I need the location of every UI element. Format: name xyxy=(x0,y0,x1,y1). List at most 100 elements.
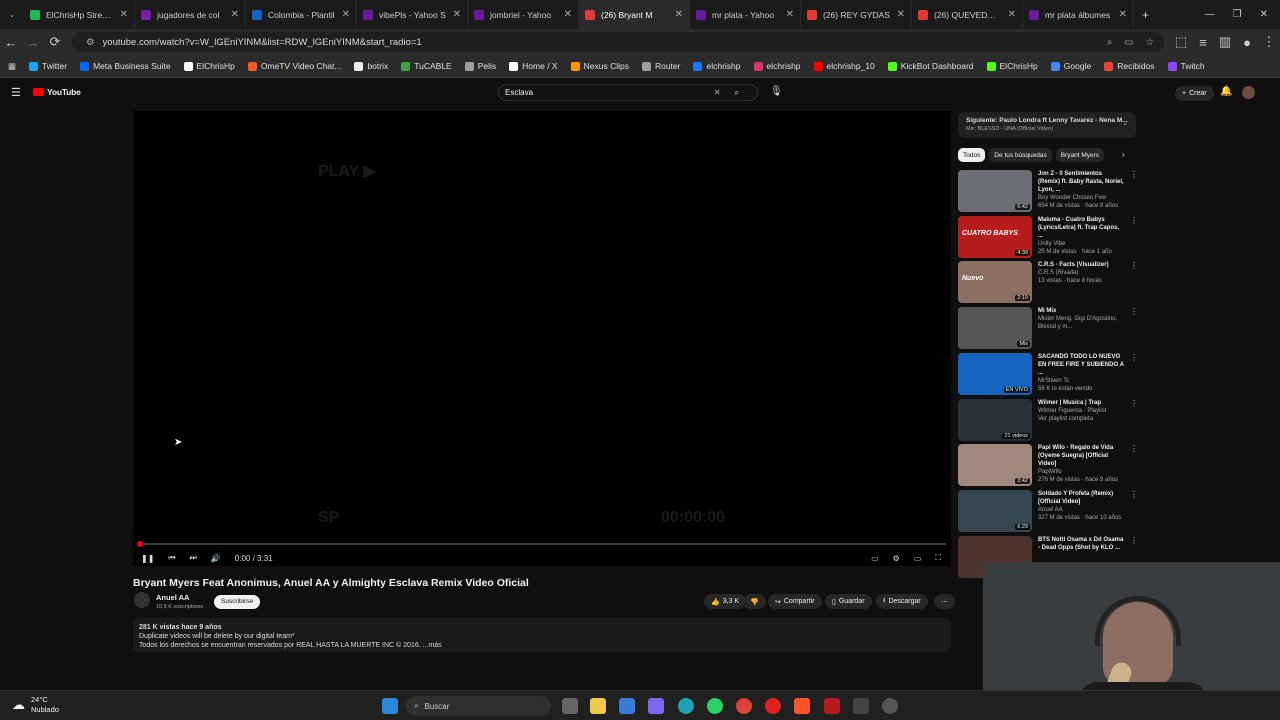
whatsapp-icon[interactable] xyxy=(707,698,723,714)
teams-icon[interactable] xyxy=(648,698,664,714)
recommendation-item[interactable]: Mix Mi Mix Mister Meng, Gigi D'Agostino,… xyxy=(958,307,1138,350)
next-icon[interactable]: ⏭ xyxy=(190,553,197,563)
bookmark-item[interactable]: OmeTV Video Chat... xyxy=(247,61,341,71)
settings-app-icon[interactable] xyxy=(882,698,898,714)
tab-close-icon[interactable]: ✕ xyxy=(786,9,794,20)
progress-scrubber[interactable] xyxy=(137,541,143,547)
tab-close-icon[interactable]: ✕ xyxy=(231,9,239,20)
download-button[interactable]: ⭳ Descargar xyxy=(876,594,928,609)
file-explorer-icon[interactable] xyxy=(590,698,606,714)
bookmark-item[interactable]: Twitter xyxy=(29,61,67,71)
back-icon[interactable]: ← xyxy=(0,35,22,50)
new-tab-icon[interactable]: + xyxy=(1134,8,1157,22)
browser-tab[interactable]: vibePls - Yahoo S ✕ xyxy=(357,0,468,29)
tab-close-icon[interactable]: ✕ xyxy=(564,9,572,20)
recommendation-item[interactable]: EN VIVO SACANDO TODO LO NUEVO EN FREE FI… xyxy=(958,352,1138,396)
browser-tab[interactable]: mr plata álbumes ✕ xyxy=(1023,0,1134,29)
bookmark-item[interactable]: Nexus Clips xyxy=(570,61,629,71)
bookmark-item[interactable]: Pelis xyxy=(464,61,496,71)
theater-icon[interactable]: ▭ xyxy=(914,554,922,563)
bookmark-item[interactable]: elchrishp xyxy=(693,61,741,71)
video-thumbnail[interactable]: CUATRO BABYS 4:39 xyxy=(958,215,1032,258)
fullscreen-icon[interactable]: ⛶ xyxy=(935,553,941,563)
bookmark-item[interactable]: botrix xyxy=(354,61,388,71)
notifications-icon[interactable]: 🔔 xyxy=(1220,86,1232,97)
miniplayer-icon[interactable]: ▭ xyxy=(871,554,879,563)
bookmark-item[interactable]: Home / X xyxy=(509,61,558,71)
recommendation-item[interactable]: 6:29 Soldado Y Profeta (Remix) [Official… xyxy=(958,489,1138,533)
bookmark-item[interactable]: Router xyxy=(641,61,680,71)
share-button[interactable]: ↪ Compartir xyxy=(768,594,822,609)
like-button[interactable]: 👍 3,3 K xyxy=(704,594,747,609)
recommendation-item[interactable]: 3:42 Papi Wilo - Regalo de Vida (Oyeme S… xyxy=(958,444,1138,487)
cast-icon[interactable]: ▭ xyxy=(1124,37,1133,48)
microphone-icon[interactable]: 🎙 xyxy=(770,86,783,97)
tab-close-icon[interactable]: ✕ xyxy=(120,9,128,20)
bookmark-item[interactable]: TuCABLE xyxy=(401,61,452,71)
more-options-icon[interactable]: ⋮ xyxy=(1130,353,1138,396)
browser-tab[interactable]: (26) QUEVEDO B ✕ xyxy=(912,0,1023,29)
filter-chip[interactable]: De tus búsquedas xyxy=(989,148,1052,162)
weather-widget[interactable]: ☁ 24°C Nublado xyxy=(12,695,59,715)
more-options-icon[interactable]: ⋮ xyxy=(1130,261,1138,304)
extensions-icon[interactable]: ⬚ xyxy=(1170,34,1192,50)
create-button[interactable]: + Crear xyxy=(1175,86,1214,101)
bookmark-item[interactable]: elchrishp_10 xyxy=(813,61,875,71)
more-options-icon[interactable]: ⋮ xyxy=(1130,490,1138,533)
tab-close-icon[interactable]: ✕ xyxy=(342,9,350,20)
maximize-icon[interactable]: ❐ xyxy=(1233,9,1242,20)
save-button[interactable]: ▯ Guardar xyxy=(825,594,872,609)
bookmark-item[interactable]: Meta Business Suite xyxy=(80,61,171,71)
chips-next-icon[interactable]: › xyxy=(1122,150,1125,159)
bookmark-item[interactable]: Recibidos xyxy=(1104,61,1155,71)
site-info-icon[interactable]: ⚙ xyxy=(86,37,95,48)
browser-tab[interactable]: ElChrisHp Stream ✕ xyxy=(24,0,135,29)
chrome-icon[interactable] xyxy=(736,698,752,714)
minimize-icon[interactable]: — xyxy=(1205,9,1215,20)
task-view-icon[interactable] xyxy=(562,698,578,714)
bookmark-item[interactable]: KickBot Dashboard xyxy=(887,61,974,71)
address-bar[interactable]: ⚙ youtube.com/watch?v=W_lGEniYINM&list=R… xyxy=(72,32,1164,52)
video-thumbnail[interactable]: 6:29 xyxy=(958,489,1032,532)
youtube-logo[interactable]: YouTube xyxy=(33,87,81,97)
reload-icon[interactable]: ⟳ xyxy=(44,34,66,50)
bookmark-item[interactable]: Google xyxy=(1050,61,1091,71)
bookmark-item[interactable]: ElChrisHp xyxy=(183,61,235,71)
browser-tab[interactable]: jugadores de col ✕ xyxy=(135,0,246,29)
recommendation-item[interactable]: Nuevo 2:19 C.R.S - Facts (Visualizer) C.R… xyxy=(958,261,1138,304)
clear-search-icon[interactable]: ✕ xyxy=(714,88,721,97)
zoom-icon[interactable]: ⌕ xyxy=(1107,37,1112,48)
more-options-icon[interactable]: ⋮ xyxy=(1130,399,1138,442)
browser-tab[interactable]: (26) Bryant M ✕ xyxy=(579,0,690,29)
brave-icon[interactable] xyxy=(794,698,810,714)
description-box[interactable]: 281 K vistas hace 9 años Duplicate video… xyxy=(133,618,951,652)
app-red-icon[interactable] xyxy=(824,698,840,714)
progress-bar[interactable] xyxy=(138,543,946,545)
menu-icon[interactable]: ⋮ xyxy=(1258,34,1280,50)
channel-name[interactable]: Anuel AA xyxy=(156,593,189,602)
more-options-icon[interactable]: ⋮ xyxy=(1130,216,1138,259)
video-thumbnail[interactable]: 21 videos xyxy=(958,398,1032,441)
more-options-icon[interactable]: ⋮ xyxy=(1130,170,1138,213)
tab-close-icon[interactable]: ✕ xyxy=(1008,9,1016,20)
volume-icon[interactable]: 🔊 xyxy=(211,554,221,563)
bookmark-item[interactable]: elchrishp xyxy=(753,61,801,71)
recommendation-item[interactable]: 21 videos Wilmer | Musica | Trap Wilmer … xyxy=(958,398,1138,442)
windows-start-icon[interactable] xyxy=(382,698,398,714)
dislike-button[interactable]: 👎 xyxy=(743,594,766,609)
video-thumbnail[interactable]: 3:42 xyxy=(958,444,1032,487)
filter-chip[interactable]: Todos xyxy=(958,148,986,162)
previous-icon[interactable]: ⏮ xyxy=(168,553,175,563)
video-thumbnail[interactable]: Mix xyxy=(958,307,1032,350)
search-icon[interactable]: ⌕ xyxy=(735,88,739,98)
video-player[interactable]: PLAY ▶ SP 00:00:00 ➤ xyxy=(133,111,951,566)
more-options-icon[interactable]: ⋮ xyxy=(1130,444,1138,487)
bookmark-item[interactable]: ElChrisHp xyxy=(986,61,1038,71)
settings-icon[interactable]: ⚙ xyxy=(893,554,900,563)
tab-search-icon[interactable]: ⌄ xyxy=(0,9,24,20)
channel-avatar[interactable] xyxy=(134,592,150,608)
browser-tab[interactable]: Colombia - Plantil ✕ xyxy=(246,0,357,29)
filter-chip[interactable]: Bryant Myers xyxy=(1055,148,1105,162)
expand-chevron-icon[interactable]: ⌄ xyxy=(1123,119,1128,127)
close-window-icon[interactable]: ✕ xyxy=(1260,9,1268,20)
